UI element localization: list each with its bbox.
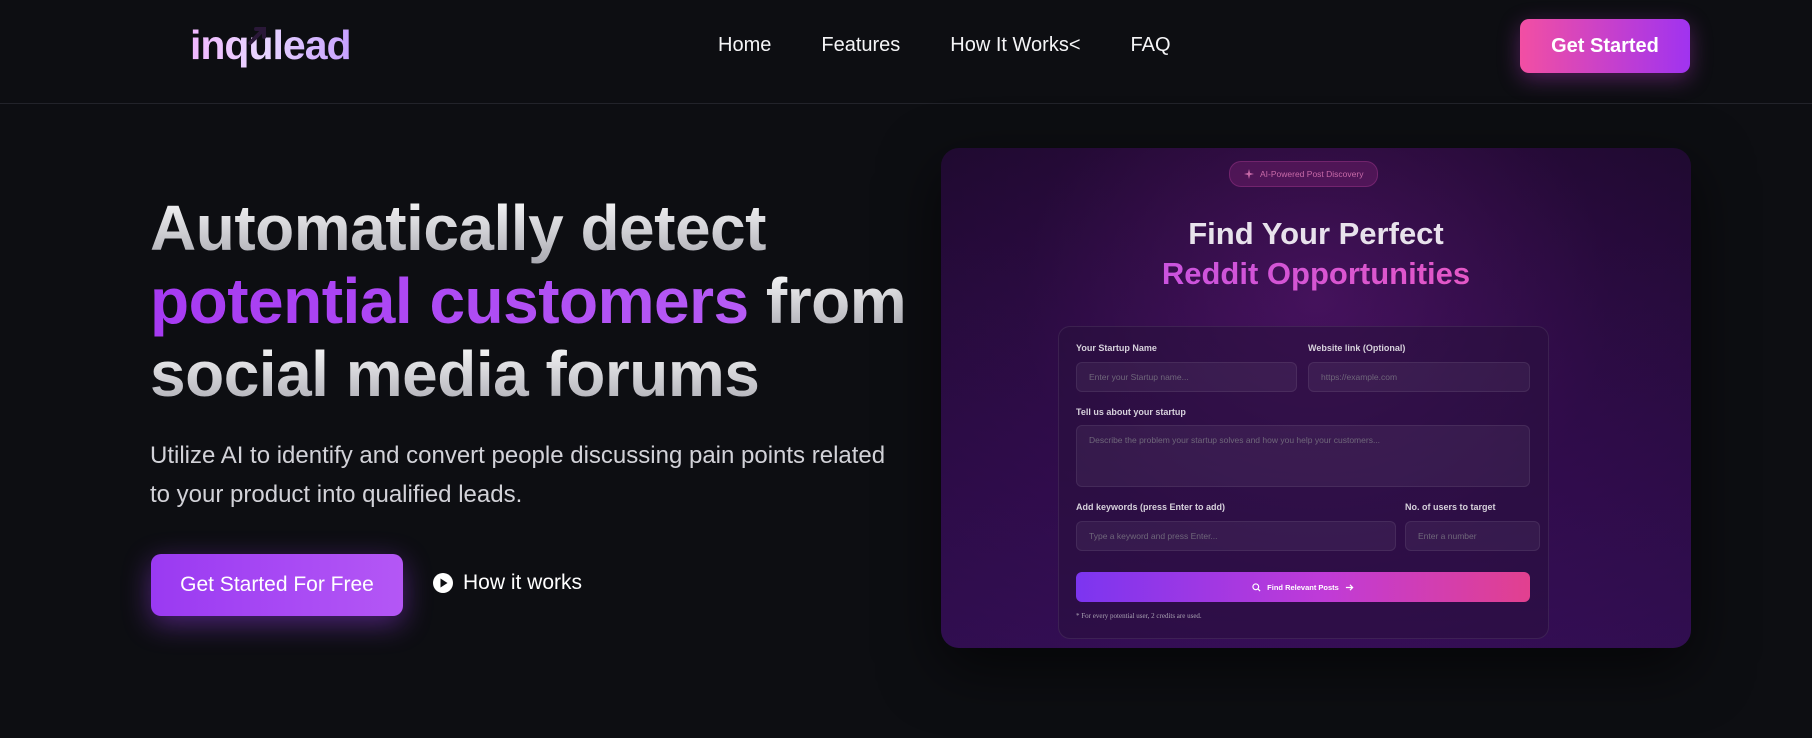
logo-arrow-icon: [248, 27, 266, 45]
hero-subtitle: Utilize AI to identify and convert peopl…: [150, 442, 886, 508]
get-started-free-button[interactable]: Get Started For Free: [151, 554, 403, 616]
preview-title-line2: Reddit Opportunities: [941, 256, 1691, 292]
nav-links: Home Features How It Works< FAQ: [718, 34, 1171, 57]
hero-title-after: from: [748, 265, 907, 337]
ai-badge: AI-Powered Post Discovery: [1229, 161, 1379, 187]
sparkle-icon: [1244, 169, 1254, 179]
hero-title-line1: Automatically detect: [150, 192, 766, 264]
nav-link-faq[interactable]: FAQ: [1131, 34, 1171, 57]
hero-title-line3: social media forums: [150, 338, 760, 410]
website-label: Website link (Optional): [1308, 343, 1406, 353]
startup-form: Your Startup Name Enter your Startup nam…: [1058, 326, 1549, 639]
users-input[interactable]: Enter a number: [1405, 521, 1540, 551]
nav-link-how-it-works[interactable]: How It Works<: [950, 34, 1080, 57]
how-it-works-link[interactable]: How it works: [432, 571, 582, 595]
find-relevant-posts-label: Find Relevant Posts: [1267, 582, 1339, 592]
hero-title-highlight: potential customers: [150, 265, 749, 337]
website-input[interactable]: https://example.com: [1308, 362, 1530, 392]
find-relevant-posts-button[interactable]: Find Relevant Posts: [1076, 572, 1530, 602]
about-label: Tell us about your startup: [1076, 407, 1186, 417]
about-textarea[interactable]: Describe the problem your startup solves…: [1076, 425, 1530, 487]
logo[interactable]: inqulead: [190, 22, 351, 68]
nav-link-home[interactable]: Home: [718, 34, 771, 57]
arrow-right-icon: [1345, 583, 1354, 591]
ai-badge-label: AI-Powered Post Discovery: [1260, 169, 1364, 179]
top-nav: inqulead Home Features How It Works< FAQ…: [0, 0, 1812, 104]
keywords-label: Add keywords (press Enter to add): [1076, 502, 1226, 512]
users-label: No. of users to target: [1405, 502, 1496, 512]
search-icon: [1252, 582, 1261, 592]
app-preview-card: AI-Powered Post Discovery Find Your Perf…: [941, 148, 1691, 648]
preview-title-line1: Find Your Perfect: [1188, 216, 1444, 251]
get-started-button[interactable]: Get Started: [1520, 19, 1690, 73]
startup-name-label: Your Startup Name: [1076, 343, 1157, 353]
credits-note: * For every potential user, 2 credits ar…: [1076, 612, 1202, 620]
keywords-input[interactable]: Type a keyword and press Enter...: [1076, 521, 1396, 551]
nav-link-features[interactable]: Features: [821, 34, 900, 57]
hero-title: Automatically detect potential customers…: [150, 192, 910, 411]
how-it-works-label: How it works: [463, 571, 583, 594]
play-circle-icon: [433, 573, 453, 593]
startup-name-input[interactable]: Enter your Startup name...: [1076, 362, 1297, 392]
